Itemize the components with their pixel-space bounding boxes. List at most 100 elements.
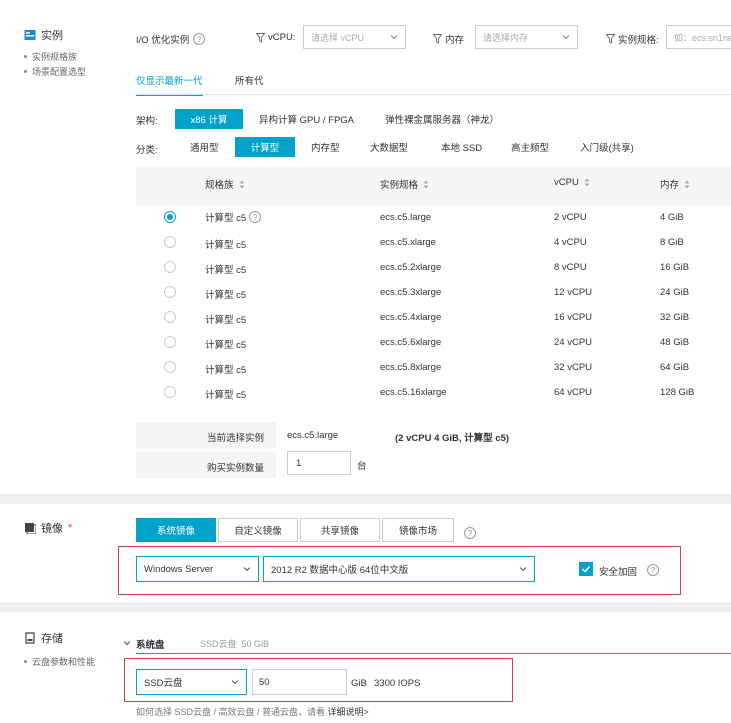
sort-icon xyxy=(423,180,429,188)
row-radio[interactable] xyxy=(164,311,176,323)
instance-section-title: 实例 xyxy=(24,27,63,43)
tab-image-market[interactable]: 镜像市场 xyxy=(382,518,454,542)
disk-hint: 如何选择 SSD云盘 / 高效云盘 / 普通云盘，请看 详细说明> xyxy=(136,705,369,718)
side-link-family[interactable]: 实例规格族 xyxy=(24,50,77,62)
row-radio[interactable] xyxy=(164,211,176,223)
cell-memory: 48 GiB xyxy=(660,337,690,348)
arch-heterogeneous[interactable]: 异构计算 GPU / FPGA xyxy=(259,109,354,129)
cell-family: 计算型 c5 xyxy=(205,290,247,301)
row-radio[interactable] xyxy=(164,361,176,373)
table-row[interactable]: 计算型 c5 ecs.c5.xlarge 4 vCPU 8 GiB xyxy=(136,230,731,255)
row-radio[interactable] xyxy=(164,386,176,398)
row-radio[interactable] xyxy=(164,286,176,298)
category-memory[interactable]: 内存型 xyxy=(311,137,340,157)
help-icon[interactable]: ? xyxy=(193,33,206,45)
memory-select[interactable]: 请选择内存 xyxy=(475,25,578,49)
io-optimized-label: I/O 优化实例 ? xyxy=(136,32,206,46)
col-header-vcpu[interactable]: vCPU xyxy=(554,177,590,188)
col-header-memory[interactable]: 内存 xyxy=(660,177,690,191)
tabs-divider xyxy=(136,94,731,95)
filter-icon xyxy=(433,34,442,44)
os-select[interactable]: Windows Server xyxy=(136,556,259,582)
image-card: 镜像 * 系统镜像 自定义镜像 共享镜像 镜像市场 ? Windows Serv… xyxy=(0,504,731,602)
category-compute[interactable]: 计算型 xyxy=(235,137,295,157)
table-row[interactable]: 计算型 c5 ecs.c5.8xlarge 32 vCPU 64 GiB xyxy=(136,355,731,380)
cell-memory: 64 GiB xyxy=(660,362,690,373)
table-header: 规格族 实例规格 vCPU 内存 xyxy=(136,167,731,205)
cell-memory: 32 GiB xyxy=(660,312,690,323)
tab-system-image[interactable]: 系统镜像 xyxy=(136,518,216,542)
table-row[interactable]: 计算型 c5 ecs.c5.3xlarge 12 vCPU 24 GiB xyxy=(136,280,731,305)
category-big-data[interactable]: 大数据型 xyxy=(370,137,408,157)
filter-icon xyxy=(256,32,265,43)
table-row[interactable]: 计算型 c5 ecs.c5.16xlarge 64 vCPU 128 GiB xyxy=(136,380,731,405)
cell-vcpu: 32 vCPU xyxy=(554,362,593,373)
arch-bare-metal[interactable]: 弹性裸金属服务器（神龙） xyxy=(385,109,499,129)
tab-all-generations[interactable]: 所有代 xyxy=(235,73,264,87)
row-radio[interactable] xyxy=(164,261,176,273)
check-icon xyxy=(581,565,591,573)
tab-custom-image[interactable]: 自定义镜像 xyxy=(218,518,298,542)
cell-vcpu: 24 vCPU xyxy=(554,337,593,348)
disk-type-select[interactable]: SSD云盘 xyxy=(136,669,247,695)
table-row[interactable]: 计算型 c5 ecs.c5.2xlarge 8 vCPU 16 GiB xyxy=(136,255,731,280)
tab-latest-generation[interactable]: 仅显示最新一代 xyxy=(136,73,203,96)
category-local-ssd[interactable]: 本地 SSD xyxy=(441,137,482,157)
arch-x86[interactable]: x86 计算 xyxy=(175,109,243,129)
os-version-select[interactable]: 2012 R2 数据中心版 64位中文版 xyxy=(263,556,535,582)
category-entry[interactable]: 入门级(共享) xyxy=(580,137,634,157)
disk-detail-link[interactable]: 详细说明> xyxy=(328,707,369,717)
cell-memory: 128 GiB xyxy=(660,387,695,398)
cell-memory: 8 GiB xyxy=(660,237,684,248)
system-disk-divider xyxy=(136,653,731,654)
col-header-spec[interactable]: 实例规格 xyxy=(380,177,429,191)
disk-hint-text: 如何选择 SSD云盘 / 高效云盘 / 普通云盘，请看 xyxy=(136,707,326,717)
instance-icon xyxy=(24,30,36,40)
storage-icon xyxy=(25,632,35,644)
security-checkbox[interactable] xyxy=(579,562,593,576)
quantity-label: 购买实例数量 xyxy=(206,463,264,474)
sort-icon xyxy=(239,180,245,188)
side-link-disk-params[interactable]: 云盘参数和性能 xyxy=(24,655,95,667)
current-instance-value: ecs.c5.large xyxy=(287,430,339,441)
help-icon[interactable]: ? xyxy=(647,564,659,576)
table-row[interactable]: 计算型 c5? ecs.c5.large 2 vCPU 4 GiB xyxy=(136,205,731,230)
current-instance-label-box: 当前选择实例 xyxy=(136,422,276,448)
vcpu-select[interactable]: 请选择 vCPU xyxy=(303,25,406,49)
cell-spec: ecs.c5.3xlarge xyxy=(380,287,442,298)
row-radio[interactable] xyxy=(164,336,176,348)
chevron-down-icon[interactable] xyxy=(123,639,131,647)
arch-label: 架构: xyxy=(136,116,158,127)
chevron-down-icon xyxy=(562,35,570,40)
cell-vcpu: 8 vCPU xyxy=(554,262,587,273)
quantity-input[interactable]: 1 xyxy=(287,451,351,475)
sort-icon xyxy=(684,180,690,188)
memory-filter-label: 内存 xyxy=(433,32,464,46)
row-radio[interactable] xyxy=(164,236,176,248)
help-icon[interactable]: ? xyxy=(464,527,476,539)
chevron-down-icon xyxy=(231,680,239,685)
filter-icon xyxy=(606,34,615,44)
image-icon xyxy=(25,523,36,534)
current-instance-detail: (2 vCPU 4 GiB, 计算型 c5) xyxy=(395,433,510,444)
category-high-freq[interactable]: 高主频型 xyxy=(511,137,549,157)
help-icon[interactable]: ? xyxy=(249,211,262,223)
system-disk-label: 系统盘 xyxy=(136,640,165,651)
category-general[interactable]: 通用型 xyxy=(190,137,219,157)
col-header-family[interactable]: 规格族 xyxy=(205,177,245,191)
cell-spec: ecs.c5.xlarge xyxy=(380,237,436,248)
disk-size-unit: GiB xyxy=(351,678,367,689)
tab-shared-image[interactable]: 共享镜像 xyxy=(300,518,380,542)
side-link-scenario[interactable]: 场景配置选型 xyxy=(24,65,86,77)
required-mark: * xyxy=(68,522,73,534)
cell-family: 计算型 c5 xyxy=(205,390,247,401)
cell-memory: 24 GiB xyxy=(660,287,690,298)
table-row[interactable]: 计算型 c5 ecs.c5.4xlarge 16 vCPU 32 GiB xyxy=(136,305,731,330)
table-row[interactable]: 计算型 c5 ecs.c5.6xlarge 24 vCPU 48 GiB xyxy=(136,330,731,355)
cell-family: 计算型 c5? xyxy=(205,210,262,224)
cell-vcpu: 64 vCPU xyxy=(554,387,593,398)
spec-search-input[interactable]: 如：ecs.sn1ne xyxy=(666,25,731,49)
cell-family: 计算型 c5 xyxy=(205,265,247,276)
disk-size-input[interactable]: 50 xyxy=(252,669,347,695)
cell-vcpu: 12 vCPU xyxy=(554,287,593,298)
